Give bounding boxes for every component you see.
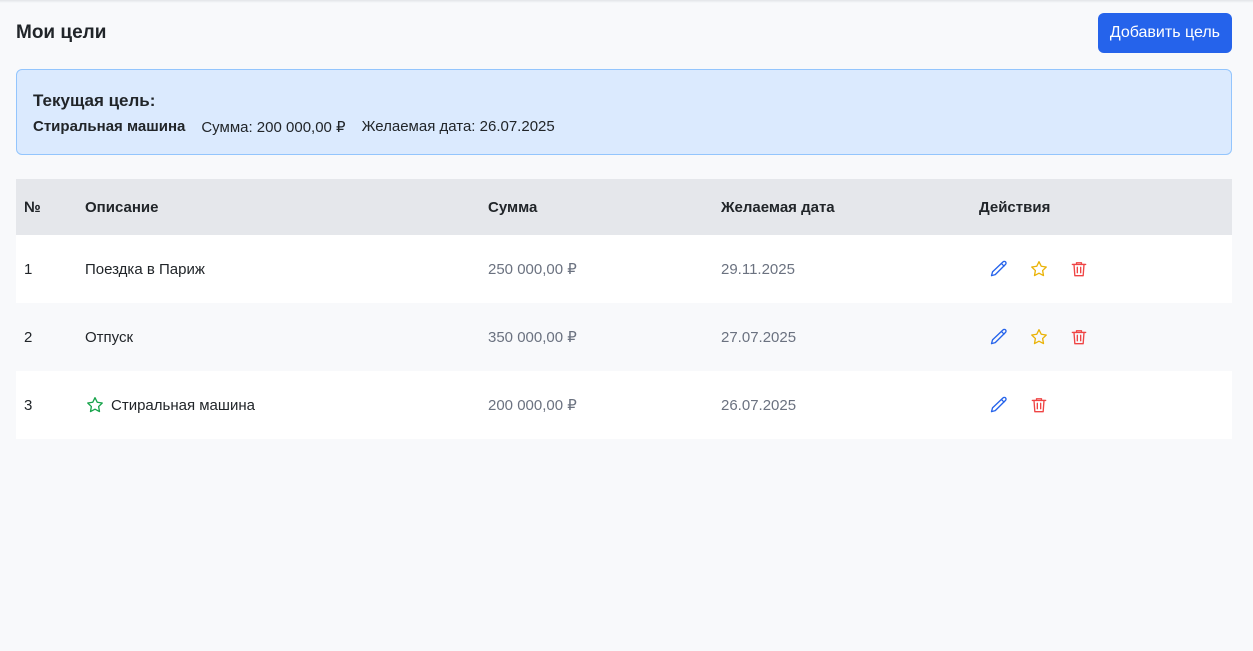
row-description: Отпуск [85, 328, 134, 346]
row-actions [979, 321, 1232, 353]
delete-trash-icon[interactable] [1019, 389, 1059, 421]
delete-trash-icon[interactable] [1059, 321, 1099, 353]
header-number: № [24, 198, 41, 216]
row-amount: 200 000,00 ₽ [488, 397, 577, 414]
row-date: 29.11.2025 [721, 260, 795, 278]
row-actions [979, 389, 1232, 421]
current-goal-star-icon [85, 395, 105, 415]
row-amount: 350 000,00 ₽ [488, 329, 577, 346]
current-goal-panel: Текущая цель: Стиральная машина Сумма: 2… [16, 69, 1232, 155]
edit-pencil-icon[interactable] [979, 253, 1019, 285]
row-number: 3 [24, 396, 33, 414]
current-goal-details: Стиральная машина Сумма: 200 000,00 ₽ Же… [33, 118, 1215, 136]
row-description-cell: Поездка в Париж [84, 261, 488, 278]
goals-table: № Описание Сумма Желаемая дата Действия … [16, 179, 1232, 439]
row-date: 27.07.2025 [721, 328, 797, 346]
row-description: Стиральная машина [111, 396, 255, 414]
row-date: 26.07.2025 [721, 396, 797, 414]
row-number: 2 [24, 328, 33, 346]
header-date: Желаемая дата [721, 198, 835, 216]
set-current-star-icon[interactable] [1019, 321, 1059, 353]
header-actions: Действия [979, 198, 1051, 216]
row-description-cell: Отпуск [84, 329, 488, 346]
current-goal-title: Текущая цель: [33, 91, 156, 110]
table-row: 3 Стиральная машина 200 000,00 ₽ 26.07.2… [16, 371, 1232, 439]
current-goal-amount: Сумма: 200 000,00 ₽ [201, 119, 346, 136]
row-description: Поездка в Париж [85, 260, 205, 278]
page-header: Мои цели Добавить цель [16, 13, 1232, 53]
delete-trash-icon[interactable] [1059, 253, 1099, 285]
table-row: 2 Отпуск 350 000,00 ₽ 27.07.2025 [16, 303, 1232, 371]
header-amount: Сумма [488, 198, 538, 216]
table-header-row: № Описание Сумма Желаемая дата Действия [16, 179, 1232, 235]
edit-pencil-icon[interactable] [979, 389, 1019, 421]
table-body: 1 Поездка в Париж 250 000,00 ₽ 29.11.202… [16, 235, 1232, 439]
top-shadow [0, 0, 1253, 3]
row-number: 1 [24, 260, 33, 278]
edit-pencil-icon[interactable] [979, 321, 1019, 353]
add-goal-button[interactable]: Добавить цель [1097, 13, 1232, 53]
row-amount: 250 000,00 ₽ [488, 261, 577, 278]
row-description-cell: Стиральная машина [84, 395, 488, 415]
set-current-star-icon[interactable] [1019, 253, 1059, 285]
current-goal-name: Стиральная машина [33, 118, 186, 135]
current-goal-date: Желаемая дата: 26.07.2025 [361, 118, 555, 135]
row-actions [979, 253, 1232, 285]
page-title: Мои цели [16, 22, 107, 43]
header-description: Описание [85, 198, 159, 216]
table-row: 1 Поездка в Париж 250 000,00 ₽ 29.11.202… [16, 235, 1232, 303]
